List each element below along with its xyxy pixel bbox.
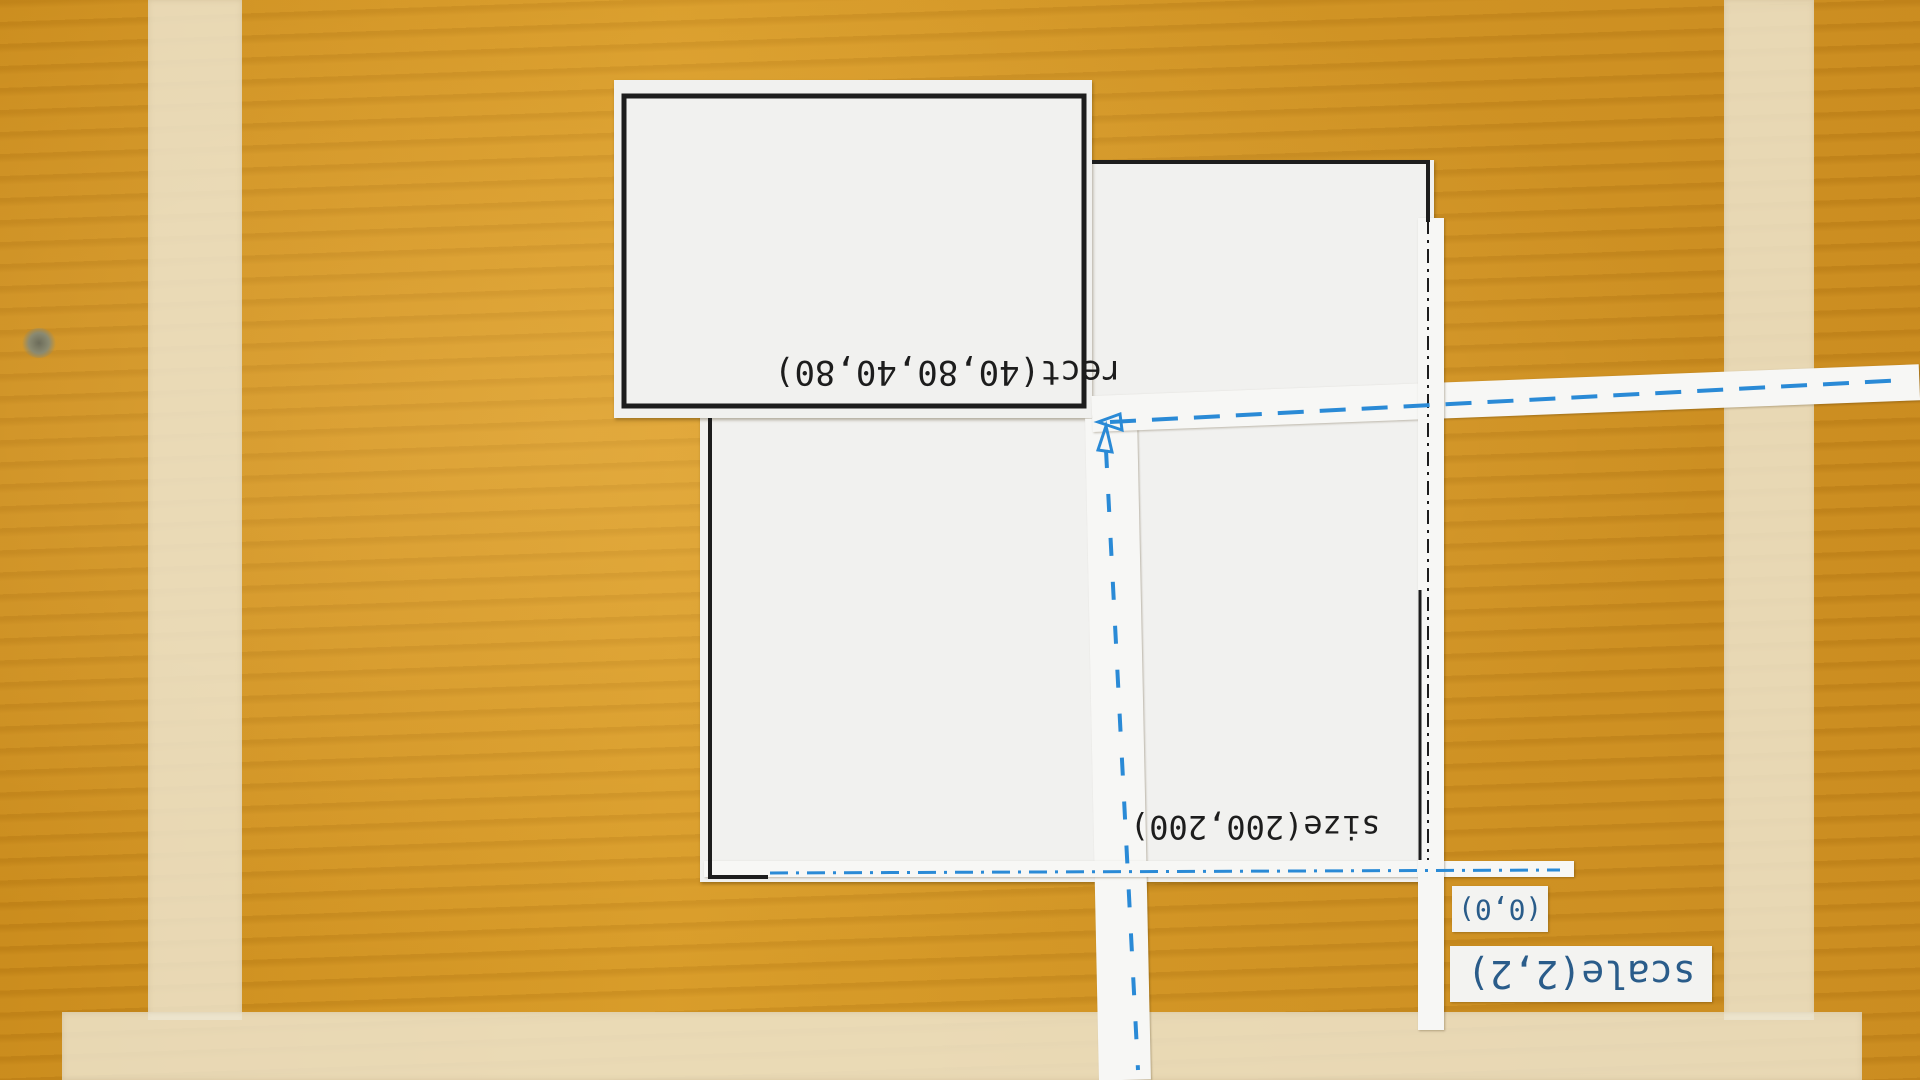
ink-drawing bbox=[621, 93, 1906, 1071]
rect-label: rect(40,80,40,80) bbox=[774, 352, 1122, 392]
translated-x-axis bbox=[1109, 378, 1906, 424]
arrow-up-icon bbox=[1096, 420, 1114, 454]
canvas-size-label: size(200,200) bbox=[1130, 808, 1381, 846]
transform-label: scale(2,2) bbox=[1450, 946, 1712, 1002]
translated-y-axis bbox=[1104, 449, 1140, 1071]
x-axis-dashdot bbox=[769, 868, 1561, 875]
origin-label: (0,0) bbox=[1452, 886, 1548, 932]
canvas-top-edge bbox=[1092, 160, 1430, 222]
